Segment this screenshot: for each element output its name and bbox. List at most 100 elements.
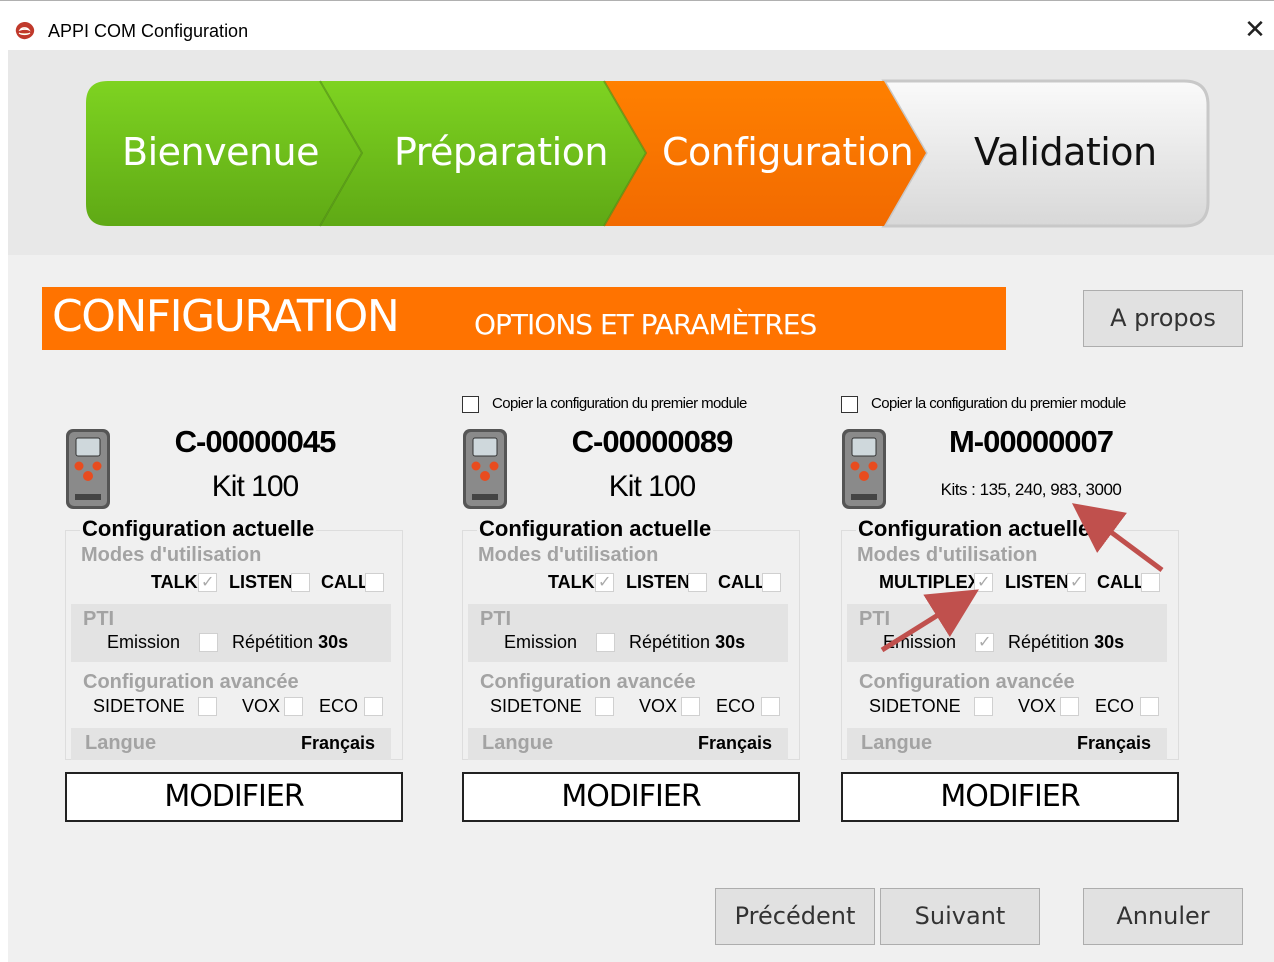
step-validation: Validation: [974, 130, 1157, 174]
banner-subtitle: OPTIONS ET PARAMÈTRES: [474, 308, 817, 341]
modes-title: Modes d'utilisation: [478, 544, 659, 566]
advanced-sidetone-label: SIDETONE: [93, 696, 185, 716]
emission-checkbox[interactable]: [975, 632, 994, 652]
advanced-eco-label: ECO: [1095, 696, 1135, 716]
repetition-value: 30s: [1094, 632, 1125, 652]
module-kit: Kit 100: [608, 470, 696, 503]
mode-talk-checkbox[interactable]: [595, 572, 614, 592]
emission-label: Emission: [504, 632, 578, 652]
pti-title: PTI: [859, 608, 891, 630]
emission-label: Emission: [883, 632, 957, 652]
advanced-vox-label: VOX: [639, 696, 678, 716]
step-preparation: Préparation: [394, 130, 609, 174]
advanced-sidetone-checkbox[interactable]: [595, 697, 614, 716]
mode-listen-label: LISTEN: [229, 572, 294, 592]
about-button[interactable]: A propos: [1083, 290, 1243, 347]
advanced-vox-label: VOX: [242, 696, 281, 716]
language-value: Français: [1077, 733, 1152, 753]
mode-listen-checkbox[interactable]: [688, 573, 707, 592]
section-banner: CONFIGURATION OPTIONS ET PARAMÈTRES: [42, 287, 1006, 350]
modes-title: Modes d'utilisation: [857, 544, 1038, 566]
mode-talk-label: TALK: [548, 572, 595, 592]
language-value: Français: [698, 733, 773, 753]
advanced-sidetone-label: SIDETONE: [869, 696, 961, 716]
repetition-value: 30s: [318, 632, 349, 652]
language-value: Français: [301, 733, 376, 753]
device-icon: [842, 429, 886, 509]
close-icon[interactable]: ✕: [1240, 13, 1270, 45]
repetition-row: Répétition 30s: [232, 632, 348, 653]
repetition-value: 30s: [715, 632, 746, 652]
pti-title: PTI: [480, 608, 512, 630]
language-label: Langue: [85, 732, 157, 754]
repetition-label: Répétition: [232, 632, 314, 652]
mode-talk-label: TALK: [151, 572, 198, 592]
module-kit: Kits : 135, 240, 983, 3000: [940, 480, 1122, 499]
advanced-vox-checkbox[interactable]: [1060, 697, 1079, 716]
mode-talk-checkbox[interactable]: [198, 572, 217, 592]
mode-listen-label: LISTEN: [1005, 572, 1070, 592]
mode-listen-checkbox[interactable]: [291, 573, 310, 592]
mode-multiplex-checkbox[interactable]: [974, 572, 993, 592]
current-config-title: Configuration actuelle: [856, 516, 1093, 542]
mode-call-checkbox[interactable]: [1141, 573, 1160, 592]
copy-config-label: Copier la configuration du premier modul…: [871, 395, 1126, 412]
current-config-title: Configuration actuelle: [477, 516, 714, 542]
modify-button[interactable]: MODIFIER: [841, 772, 1179, 822]
advanced-eco-checkbox[interactable]: [761, 697, 780, 716]
advanced-sidetone-checkbox[interactable]: [974, 697, 993, 716]
mode-listen-label: LISTEN: [626, 572, 691, 592]
advanced-vox-checkbox[interactable]: [681, 697, 700, 716]
window-edge: [0, 50, 8, 962]
advanced-vox-label: VOX: [1018, 696, 1057, 716]
advanced-title: Configuration avancée: [859, 671, 1075, 693]
advanced-title: Configuration avancée: [83, 671, 299, 693]
emission-checkbox[interactable]: [199, 633, 218, 652]
wizard-steps: Bienvenue Préparation Configuration Vali…: [84, 79, 1210, 228]
modify-button[interactable]: MODIFIER: [65, 772, 403, 822]
modify-button[interactable]: MODIFIER: [462, 772, 800, 822]
emission-checkbox[interactable]: [596, 633, 615, 652]
advanced-eco-checkbox[interactable]: [364, 697, 383, 716]
pti-title: PTI: [83, 608, 115, 630]
advanced-sidetone-checkbox[interactable]: [198, 697, 217, 716]
advanced-vox-checkbox[interactable]: [284, 697, 303, 716]
device-icon: [463, 429, 507, 509]
mode-call-checkbox[interactable]: [762, 573, 781, 592]
cancel-button[interactable]: Annuler: [1083, 888, 1243, 945]
language-label: Langue: [861, 732, 933, 754]
mode-call-checkbox[interactable]: [365, 573, 384, 592]
mode-listen-checkbox[interactable]: [1067, 572, 1086, 592]
module-card-1: C-00000045 Kit 100 Configuration actuell…: [65, 390, 410, 830]
mode-call-label: CALL: [321, 572, 369, 592]
banner-title: CONFIGURATION: [52, 291, 400, 342]
step-bienvenue: Bienvenue: [122, 130, 320, 174]
window-title: APPI COM Configuration: [48, 21, 249, 41]
device-icon: [66, 429, 110, 509]
module-kit: Kit 100: [211, 470, 299, 503]
module-id: C-00000045: [174, 424, 337, 459]
repetition-label: Répétition: [1008, 632, 1090, 652]
module-id: C-00000089: [571, 424, 734, 459]
copy-config-checkbox[interactable]: [462, 396, 479, 413]
current-config-title: Configuration actuelle: [80, 516, 317, 542]
module-card-3: Copier la configuration du premier modul…: [841, 390, 1186, 830]
module-card-2: Copier la configuration du premier modul…: [462, 390, 807, 830]
copy-config-checkbox[interactable]: [841, 396, 858, 413]
title-bar: APPI COM Configuration ✕: [0, 0, 1274, 51]
emission-label: Emission: [107, 632, 181, 652]
mode-call-label: CALL: [1097, 572, 1145, 592]
repetition-label: Répétition: [629, 632, 711, 652]
step-configuration: Configuration: [662, 130, 914, 174]
modes-title: Modes d'utilisation: [81, 544, 262, 566]
module-id: M-00000007: [948, 424, 1114, 459]
advanced-title: Configuration avancée: [480, 671, 696, 693]
mode-call-label: CALL: [718, 572, 766, 592]
advanced-sidetone-label: SIDETONE: [490, 696, 582, 716]
previous-button[interactable]: Précédent: [715, 888, 875, 945]
next-button[interactable]: Suivant: [880, 888, 1040, 945]
mode-multiplex-label: MULTIPLEX: [879, 572, 980, 592]
repetition-row: Répétition 30s: [1008, 632, 1124, 653]
language-label: Langue: [482, 732, 554, 754]
advanced-eco-checkbox[interactable]: [1140, 697, 1159, 716]
